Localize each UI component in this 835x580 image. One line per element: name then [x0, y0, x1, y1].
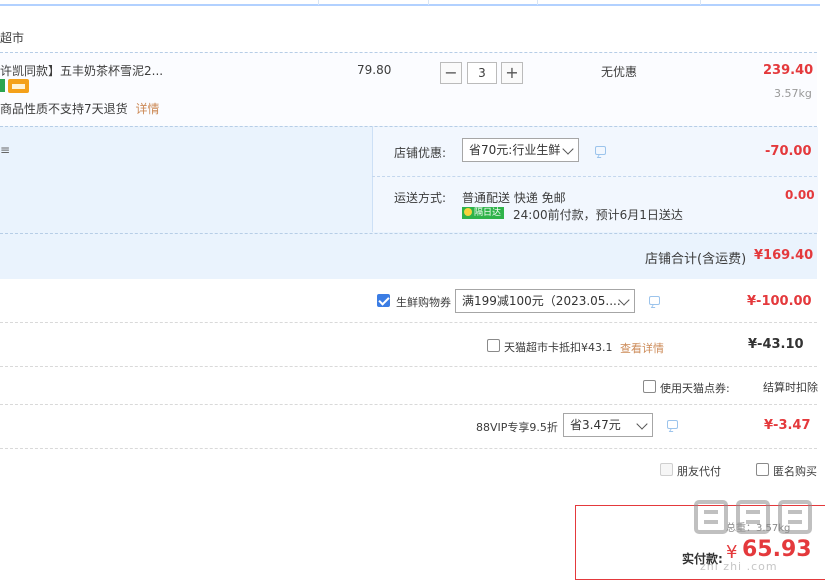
store-discount-value: 省70元:行业生鲜	[469, 143, 561, 157]
column-separator	[537, 0, 538, 5]
row-divider	[0, 322, 817, 323]
card-deduct-label: 天猫超市卡抵扣¥43.1	[504, 341, 613, 354]
store-total-amount: ¥169.40	[754, 248, 814, 263]
panel-left-fragment: ≡	[0, 143, 11, 157]
store-discount-amount: -70.00	[765, 144, 812, 159]
header-rule	[0, 4, 820, 6]
row-divider	[0, 448, 817, 449]
card-icon	[8, 79, 29, 93]
shipping-fee: 0.00	[785, 188, 815, 202]
unit-price: 79.80	[357, 63, 392, 77]
store-discount-label: 店铺优惠:	[394, 146, 447, 160]
shipping-eta: 24:00前付款，预计6月1日送达	[513, 208, 683, 222]
column-separator	[318, 0, 319, 5]
quantity-input[interactable]: 3	[467, 62, 497, 84]
quantity-plus-button[interactable]: +	[501, 62, 523, 84]
details-link[interactable]: 详情	[135, 102, 159, 116]
points-note: 结算时扣除	[763, 381, 818, 394]
card-details-link[interactable]: 查看详情	[620, 340, 664, 356]
message-icon[interactable]	[667, 420, 678, 429]
watermark-text: zhi zhi .com	[700, 560, 778, 573]
coupon-amount: ¥-100.00	[747, 294, 812, 309]
shipping-label: 运送方式:	[394, 191, 447, 205]
row-divider	[0, 404, 817, 405]
shipping-method: 普通配送 快递 免邮	[462, 191, 566, 205]
card-deduct-amount: ¥-43.10	[748, 337, 804, 352]
vip-amount: ¥-3.47	[764, 418, 811, 433]
quantity-minus-button[interactable]: −	[440, 62, 462, 84]
lightning-icon	[464, 208, 472, 216]
item-promo: 无优惠	[601, 65, 638, 79]
coupon-select[interactable]: 满199减100元（2023.05....	[455, 289, 635, 313]
service-icon	[0, 79, 5, 92]
message-icon[interactable]	[649, 296, 660, 305]
friend-pay-checkbox[interactable]	[660, 463, 673, 476]
coupon-value: 满199减100元（2023.05....	[462, 294, 621, 308]
item-subtotal: 239.40	[763, 63, 814, 78]
panel-divider	[372, 176, 817, 178]
next-day-badge: 隔日达	[462, 207, 505, 219]
store-discount-select[interactable]: 省70元:行业生鲜	[462, 138, 579, 162]
anonymous-checkbox[interactable]	[756, 463, 769, 476]
column-separator	[428, 0, 429, 5]
message-icon[interactable]	[595, 146, 606, 155]
watermark-logo	[688, 498, 820, 541]
coupon-label: 生鲜购物券	[396, 296, 451, 309]
chevron-down-icon	[562, 143, 574, 155]
return-notice-text: 商品性质不支持7天退货	[0, 102, 128, 116]
column-separator	[700, 0, 701, 5]
friend-pay-label: 朋友代付	[677, 465, 721, 478]
store-total-label: 店铺合计(含运费)	[645, 252, 747, 267]
item-title[interactable]: 许凯同款】五丰奶茶杯雪泥2...	[0, 62, 163, 79]
anonymous-label: 匿名购买	[773, 465, 817, 478]
card-deduct-checkbox[interactable]	[487, 339, 500, 352]
points-checkbox[interactable]	[643, 380, 656, 393]
vip-label: 88VIP专享9.5折	[476, 421, 558, 434]
item-weight: 3.57kg	[774, 87, 812, 100]
shop-name[interactable]: 超市	[0, 29, 24, 46]
coupon-checkbox[interactable]	[377, 294, 390, 307]
vip-value: 省3.47元	[570, 418, 621, 432]
next-day-badge-text: 隔日达	[474, 208, 502, 218]
chevron-down-icon	[636, 418, 648, 430]
points-label: 使用天猫点券:	[660, 382, 730, 395]
return-notice: 商品性质不支持7天退货 详情	[0, 100, 159, 117]
vip-select[interactable]: 省3.47元	[563, 413, 653, 437]
row-divider	[0, 366, 817, 367]
